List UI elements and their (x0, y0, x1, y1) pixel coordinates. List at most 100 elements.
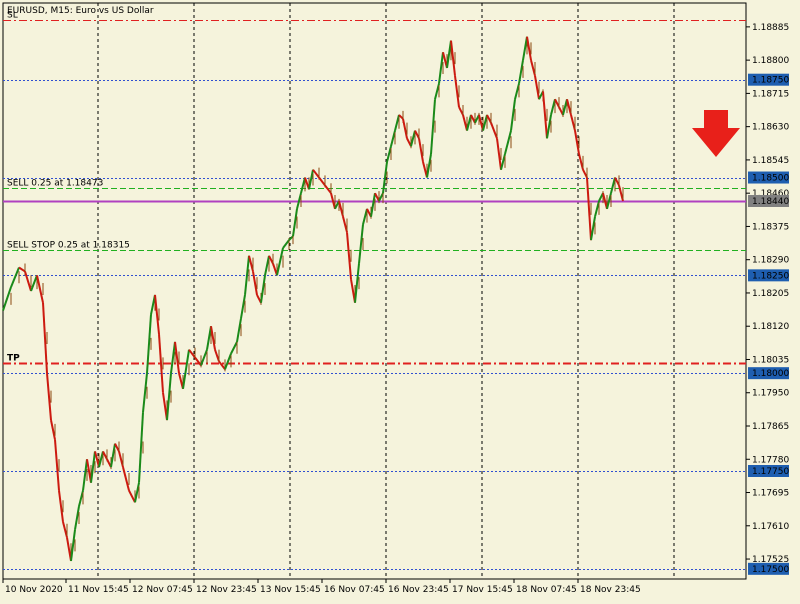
price-segment (578, 153, 584, 170)
grid (97, 3, 675, 579)
x-tick-label: 16 Nov 23:45 (388, 585, 449, 595)
sell-signal-arrow-icon (692, 110, 740, 157)
price-segment (90, 451, 96, 483)
price-segment (430, 99, 436, 155)
price-segment (354, 263, 360, 303)
price-segment (110, 443, 116, 468)
y-tick-label: 1.18205 (752, 289, 789, 299)
price-segment (268, 255, 274, 265)
y-tick-label: 1.18545 (752, 156, 789, 166)
price-segment (390, 130, 396, 147)
y-tick-label: 1.18800 (752, 56, 789, 66)
price-segment (252, 271, 258, 296)
y-tick-label: 1.18715 (752, 89, 789, 99)
price-segment (276, 247, 284, 276)
price-segment (10, 267, 20, 288)
price-segment (308, 169, 314, 190)
x-tick-label: 12 Nov 07:45 (132, 585, 193, 595)
price-segment (398, 114, 404, 120)
price-segment (78, 490, 84, 507)
price-segment (586, 177, 592, 241)
price-segment (260, 275, 266, 303)
x-tick-label: 18 Nov 23:45 (580, 585, 641, 595)
price-segment (438, 52, 444, 84)
price-segment (570, 114, 576, 131)
price-segment (386, 145, 392, 163)
price-segment (470, 114, 476, 124)
price-segment (54, 439, 60, 491)
price-segment (142, 373, 148, 413)
price-segment (362, 208, 368, 225)
price-segment (170, 341, 176, 374)
price-segment (394, 114, 400, 131)
chart-title: EURUSD, M15: Euro vs US Dollar (7, 6, 154, 16)
x-tick-label: 12 Nov 23:45 (196, 585, 257, 595)
price-segment (482, 114, 488, 131)
price-segment (50, 419, 56, 440)
chart-area[interactable]: SL TP SELL 0.25 at 1.18473 SELL STOP 0.25 a… (0, 0, 800, 600)
y-tick-label: 1.18375 (752, 222, 789, 232)
price-segment (210, 326, 216, 350)
price-segment (542, 91, 548, 139)
price-segment (102, 450, 108, 460)
price-segment (426, 153, 432, 178)
price-segment (300, 177, 306, 194)
price-segment (504, 130, 512, 155)
price-segment (490, 122, 498, 139)
price-segment (618, 185, 624, 202)
y-tick-label: 1.18290 (752, 256, 789, 266)
price-segment (66, 537, 72, 562)
price-segment (240, 294, 246, 319)
price-label-text: 1.17750 (752, 467, 789, 477)
price-label-text: 1.17500 (752, 565, 789, 575)
price-segment (410, 130, 416, 147)
y-tick-label: 1.18885 (752, 23, 789, 33)
price-segment (70, 529, 76, 562)
price-segment (594, 200, 600, 217)
time-axis: 10 Nov 2020 11 Nov 15:45 12 Nov 07:45 12 No… (2, 579, 641, 595)
price-segment (486, 114, 492, 124)
price-segment (248, 255, 254, 272)
price-segment (566, 99, 572, 116)
price-segment (138, 412, 144, 483)
price-segment (214, 349, 220, 362)
price-segment (282, 239, 290, 249)
y-tick-label: 1.17695 (752, 489, 789, 499)
price-series (2, 36, 624, 562)
price-segment (562, 99, 568, 116)
y-tick-label: 1.17780 (752, 455, 789, 465)
price-segment (374, 192, 380, 202)
price-segment (496, 138, 502, 170)
x-tick-label: 11 Nov 15:45 (68, 585, 129, 595)
x-tick-label: 18 Nov 07:45 (516, 585, 577, 595)
x-tick-label: 10 Nov 2020 (5, 585, 63, 595)
price-segment (554, 98, 560, 108)
x-tick-label: 13 Nov 15:45 (260, 585, 321, 595)
price-segment (36, 275, 44, 303)
price-segment (224, 353, 232, 370)
price-segment (434, 83, 440, 100)
price-segment (312, 169, 320, 179)
price-segment (18, 266, 26, 273)
price-levels: SLTPSELL 0.25 at 1.18473SELL STOP 0.25 a… (3, 11, 746, 365)
price-segment (500, 153, 506, 170)
price-segment (2, 286, 12, 311)
price-segment (462, 114, 468, 131)
round-levels (3, 80, 746, 570)
price-segment (610, 177, 616, 194)
price-label-text: 1.18440 (752, 197, 789, 207)
y-tick-label: 1.17865 (752, 422, 789, 432)
y-tick-label: 1.18035 (752, 355, 789, 365)
price-label-text: 1.18250 (752, 271, 789, 281)
price-segment (446, 40, 452, 69)
price-segment (546, 114, 552, 139)
price-segment (118, 451, 124, 468)
price-chart-svg[interactable]: SLTPSELL 0.25 at 1.18473SELL STOP 0.25 a… (0, 0, 800, 600)
plot-frame (2, 2, 747, 580)
down-arrow-shape (692, 110, 740, 157)
y-tick-label: 1.18120 (752, 322, 789, 332)
price-segment (236, 318, 242, 343)
price-segment (402, 118, 408, 139)
price-segment (342, 216, 348, 233)
sell-stop-label: SELL STOP 0.25 at 1.18315 (7, 241, 130, 251)
